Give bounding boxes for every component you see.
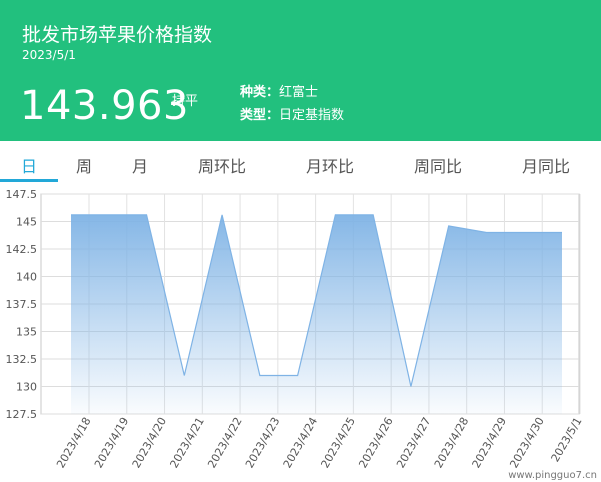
period-tabs: 日 周 月 周环比 月环比 周同比 月同比 <box>0 141 601 182</box>
y-tick-label: 142.5 <box>6 243 38 256</box>
y-tick-label: 135 <box>16 326 37 339</box>
y-tick-label: 145 <box>16 216 37 229</box>
type-label: 类型： <box>240 108 280 123</box>
variety-label: 种类： <box>240 85 280 100</box>
type-info: 类型：日定基指数 <box>240 104 344 123</box>
x-tick-label: 2023/4/19 <box>92 415 131 470</box>
x-tick-label: 2023/4/25 <box>319 415 358 470</box>
area-series <box>70 214 563 414</box>
tab-month[interactable]: 月 <box>132 153 148 177</box>
tab-month-year-on-year[interactable]: 月同比 <box>522 153 570 177</box>
y-tick-label: 140 <box>16 271 37 284</box>
x-tick-label: 2023/4/23 <box>243 415 282 470</box>
x-tick-label: 2023/4/30 <box>507 415 546 470</box>
y-tick-label: 137.5 <box>6 298 38 311</box>
y-tick-label: 130 <box>16 381 37 394</box>
area-fill <box>71 214 562 414</box>
x-tick-label: 2023/4/21 <box>167 415 206 470</box>
y-axis-ticks: 147.5 145 142.5 140 137.5 135 132.5 130 127.5 <box>6 188 38 421</box>
tab-day[interactable]: 日 <box>21 153 37 177</box>
y-tick-label: 147.5 <box>6 188 38 201</box>
tab-week-on-week[interactable]: 周环比 <box>198 153 246 177</box>
price-index-chart: 147.5 145 142.5 140 137.5 135 132.5 130 127.5 20… <box>6 188 598 481</box>
x-tick-label: 2023/4/24 <box>281 415 320 470</box>
variety-info: 种类：红富士 <box>240 81 318 100</box>
y-tick-label: 127.5 <box>6 408 38 421</box>
date-label: 2023/5/1 <box>22 48 76 62</box>
x-tick-label: 2023/4/20 <box>130 415 169 470</box>
x-tick-label: 2023/4/18 <box>54 415 93 470</box>
header-panel: 批发市场苹果价格指数 2023/5/1 143.963 持平 种类：红富士 类型… <box>0 0 601 141</box>
x-tick-label: 2023/4/22 <box>205 415 244 470</box>
x-tick-label: 2023/4/26 <box>356 415 395 470</box>
x-tick-label: 2023/5/1 <box>549 415 585 464</box>
y-tick-label: 132.5 <box>6 353 38 366</box>
x-tick-label: 2023/4/27 <box>394 415 433 470</box>
x-tick-label: 2023/4/28 <box>432 415 471 470</box>
page-title: 批发市场苹果价格指数 <box>22 24 213 46</box>
tab-week[interactable]: 周 <box>76 153 92 177</box>
variety-value: 红富士 <box>279 85 319 100</box>
trend-label: 持平 <box>172 94 199 109</box>
price-value: 143.963 <box>20 83 189 129</box>
x-axis-ticks: 2023/4/182023/4/192023/4/202023/4/212023… <box>54 415 584 470</box>
x-tick-label: 2023/4/29 <box>470 415 509 470</box>
tab-week-year-on-year[interactable]: 周同比 <box>414 153 462 177</box>
watermark: www.pingguo7.cn <box>508 470 597 481</box>
type-value: 日定基指数 <box>279 108 345 123</box>
tab-month-on-month[interactable]: 月环比 <box>306 153 354 177</box>
